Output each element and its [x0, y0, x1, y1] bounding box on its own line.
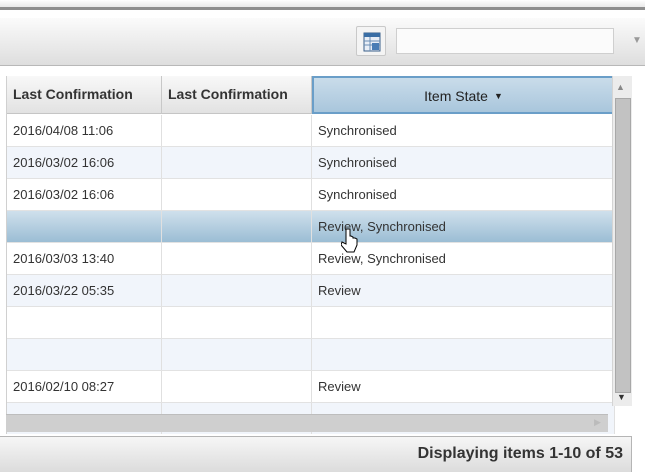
cell-last-confirmation: 2016/02/10 08:27	[7, 371, 162, 402]
table-row-selected[interactable]: Review, Synchronised	[7, 211, 615, 243]
cell-last-confirmation-2	[162, 339, 312, 370]
cell-item-state: Synchronised	[312, 179, 615, 210]
grid-panel: ▼ Last Confirmation Last Confirmation It…	[0, 0, 645, 474]
cell-last-confirmation-2	[162, 211, 312, 242]
cell-item-state	[312, 307, 615, 338]
panel-top-border	[0, 0, 645, 10]
column-header-item-state[interactable]: Item State ▼	[312, 76, 615, 114]
scroll-right-icon[interactable]: ▶	[594, 417, 601, 428]
export-button[interactable]	[356, 26, 386, 56]
horizontal-scrollbar[interactable]: ▶	[6, 414, 608, 432]
table-row[interactable]: 2016/03/02 16:06 Synchronised	[7, 179, 615, 211]
cell-last-confirmation: 2016/03/02 16:06	[7, 147, 162, 178]
cell-last-confirmation-2	[162, 371, 312, 402]
grid-rows: 2016/04/08 11:06 Synchronised 2016/03/02…	[7, 115, 615, 434]
cell-last-confirmation	[7, 211, 162, 242]
cell-last-confirmation: 2016/03/02 16:06	[7, 179, 162, 210]
sort-descending-icon: ▼	[493, 91, 503, 101]
grid-header: Last Confirmation Last Confirmation Item…	[7, 76, 615, 114]
scroll-up-icon[interactable]: ▲	[616, 82, 625, 92]
column-header-label: Item State	[424, 88, 488, 104]
cell-item-state: Synchronised	[312, 115, 615, 146]
column-header-last-confirmation-2[interactable]: Last Confirmation	[162, 76, 312, 114]
paging-status-text: Displaying items 1-10 of 53	[417, 445, 623, 462]
spreadsheet-export-icon	[363, 32, 381, 52]
data-grid: Last Confirmation Last Confirmation Item…	[6, 76, 638, 434]
grid-toolbar: ▼	[0, 18, 645, 66]
cell-last-confirmation-2	[162, 243, 312, 274]
table-row[interactable]: 2016/04/08 11:06 Synchronised	[7, 115, 615, 147]
cell-last-confirmation	[7, 307, 162, 338]
cell-last-confirmation-2	[162, 307, 312, 338]
scroll-down-icon[interactable]: ▼	[617, 392, 626, 402]
column-header-last-confirmation[interactable]: Last Confirmation	[7, 76, 162, 114]
cell-last-confirmation: 2016/03/22 05:35	[7, 275, 162, 306]
cell-last-confirmation-2	[162, 275, 312, 306]
table-row[interactable]	[7, 307, 615, 339]
paging-toolbar: Displaying items 1-10 of 53	[0, 436, 632, 472]
mouse-cursor-icon	[341, 228, 358, 253]
cell-item-state: Review	[312, 275, 615, 306]
cell-last-confirmation: 2016/03/03 13:40	[7, 243, 162, 274]
cell-last-confirmation	[7, 339, 162, 370]
table-row[interactable]: 2016/02/10 08:27 Review	[7, 371, 615, 403]
cell-item-state: Review	[312, 371, 615, 402]
cell-item-state	[312, 339, 615, 370]
table-row[interactable]	[7, 339, 615, 371]
cell-last-confirmation-2	[162, 147, 312, 178]
cell-last-confirmation-2	[162, 115, 312, 146]
table-row[interactable]: 2016/03/03 13:40 Review, Synchronised	[7, 243, 615, 275]
table-row[interactable]: 2016/03/22 05:35 Review	[7, 275, 615, 307]
cell-last-confirmation: 2016/04/08 11:06	[7, 115, 162, 146]
cell-last-confirmation-2	[162, 179, 312, 210]
table-row[interactable]: 2016/03/02 16:06 Synchronised	[7, 147, 615, 179]
cell-item-state: Synchronised	[312, 147, 615, 178]
vertical-scroll-thumb[interactable]	[615, 98, 631, 393]
chevron-down-icon[interactable]: ▼	[630, 32, 644, 50]
vertical-scrollbar[interactable]: ▲ ▼	[612, 76, 632, 406]
filter-input[interactable]	[396, 28, 614, 54]
